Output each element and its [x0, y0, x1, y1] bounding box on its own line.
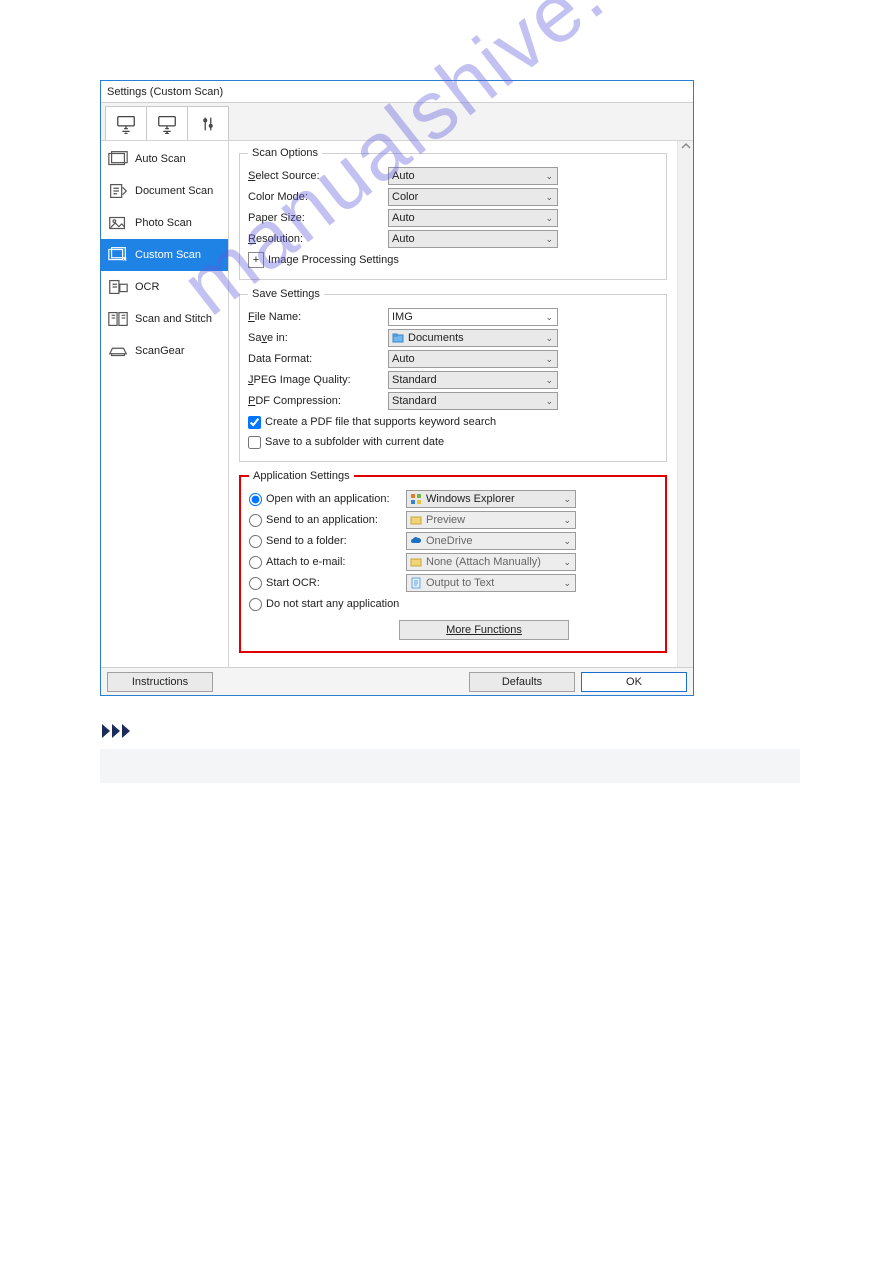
folder-icon [410, 556, 422, 568]
color-mode-dropdown[interactable]: Color⌄ [388, 188, 558, 206]
save-settings-group: Save Settings File Name: IMG⌄ Save in: D… [239, 288, 667, 462]
content-panel: Scan Options Select Source: Auto⌄ Color … [229, 141, 693, 667]
no-app-radio[interactable] [249, 598, 262, 611]
save-settings-legend: Save Settings [248, 288, 324, 300]
open-with-radio[interactable] [249, 493, 262, 506]
pdf-keyword-label: Create a PDF file that supports keyword … [265, 416, 496, 428]
more-functions-button[interactable]: More Functions [399, 620, 569, 640]
vertical-scrollbar[interactable] [677, 141, 693, 667]
windows-explorer-icon [410, 493, 422, 505]
onedrive-icon [410, 535, 422, 547]
pdf-compression-label: PDF Compression: [248, 395, 388, 407]
start-ocr-label: Start OCR: [266, 577, 402, 589]
send-folder-dropdown[interactable]: OneDrive⌄ [406, 532, 576, 550]
open-with-label: Open with an application: [266, 493, 402, 505]
application-settings-legend: Application Settings [249, 470, 354, 482]
sidebar-item-scangear[interactable]: ScanGear [101, 335, 228, 367]
dialog-body: Auto Scan Document Scan Photo Scan Custo… [101, 141, 693, 667]
resolution-label: Resolution: [248, 233, 388, 245]
sidebar-item-label: Scan and Stitch [135, 313, 212, 325]
color-mode-label: Color Mode: [248, 191, 388, 203]
top-tabs [101, 103, 693, 141]
settings-dialog: Settings (Custom Scan) Auto Scan [100, 80, 694, 696]
sidebar-item-auto-scan[interactable]: Auto Scan [101, 143, 228, 175]
save-in-dropdown[interactable]: Documents⌄ [388, 329, 558, 347]
send-app-dropdown[interactable]: Preview⌄ [406, 511, 576, 529]
sidebar-item-scan-and-stitch[interactable]: Scan and Stitch [101, 303, 228, 335]
scan-options-group: Scan Options Select Source: Auto⌄ Color … [239, 147, 667, 280]
sidebar-item-custom-scan[interactable]: Custom Scan [101, 239, 228, 271]
application-settings-group: Application Settings Open with an applic… [239, 470, 667, 653]
image-processing-expand-button[interactable]: + [248, 252, 264, 268]
sidebar-item-label: Document Scan [135, 185, 213, 197]
tab-scan-from-panel[interactable] [146, 106, 188, 140]
subfolder-date-label: Save to a subfolder with current date [265, 436, 444, 448]
note-bar [100, 749, 800, 783]
note-section [100, 722, 793, 783]
select-source-label: Select Source: [248, 170, 388, 182]
sidebar-item-label: OCR [135, 281, 159, 293]
file-name-label: File Name: [248, 311, 388, 323]
defaults-button[interactable]: Defaults [469, 672, 575, 692]
sidebar-item-label: Photo Scan [135, 217, 192, 229]
tab-general-settings[interactable] [187, 106, 229, 140]
attach-email-dropdown[interactable]: None (Attach Manually)⌄ [406, 553, 576, 571]
data-format-label: Data Format: [248, 353, 388, 365]
sidebar-item-label: Auto Scan [135, 153, 186, 165]
scroll-up-icon [680, 141, 692, 151]
sidebar: Auto Scan Document Scan Photo Scan Custo… [101, 141, 229, 667]
ok-button[interactable]: OK [581, 672, 687, 692]
data-format-dropdown[interactable]: Auto⌄ [388, 350, 558, 368]
pdf-keyword-checkbox[interactable] [248, 416, 261, 429]
folder-icon [392, 332, 404, 344]
tab-scan-from-computer[interactable] [105, 106, 147, 140]
open-with-dropdown[interactable]: Windows Explorer⌄ [406, 490, 576, 508]
instructions-button[interactable]: Instructions [107, 672, 213, 692]
image-processing-label: Image Processing Settings [268, 254, 399, 266]
attach-email-label: Attach to e-mail: [266, 556, 402, 568]
jpeg-quality-dropdown[interactable]: Standard⌄ [388, 371, 558, 389]
start-ocr-radio[interactable] [249, 577, 262, 590]
sidebar-item-photo-scan[interactable]: Photo Scan [101, 207, 228, 239]
folder-icon [410, 514, 422, 526]
resolution-dropdown[interactable]: Auto⌄ [388, 230, 558, 248]
note-chevrons-icon [100, 722, 793, 743]
sidebar-item-label: ScanGear [135, 345, 185, 357]
save-in-label: Save in: [248, 332, 388, 344]
subfolder-date-checkbox[interactable] [248, 436, 261, 449]
paper-size-dropdown[interactable]: Auto⌄ [388, 209, 558, 227]
start-ocr-dropdown[interactable]: Output to Text⌄ [406, 574, 576, 592]
sidebar-item-label: Custom Scan [135, 249, 201, 261]
send-app-label: Send to an application: [266, 514, 402, 526]
sidebar-item-ocr[interactable]: OCR [101, 271, 228, 303]
paper-size-label: Paper Size: [248, 212, 388, 224]
window-title: Settings (Custom Scan) [101, 81, 693, 103]
send-folder-label: Send to a folder: [266, 535, 402, 547]
text-file-icon [410, 577, 422, 589]
no-app-label: Do not start any application [266, 598, 399, 610]
scan-options-legend: Scan Options [248, 147, 322, 159]
attach-email-radio[interactable] [249, 556, 262, 569]
sidebar-item-document-scan[interactable]: Document Scan [101, 175, 228, 207]
send-app-radio[interactable] [249, 514, 262, 527]
select-source-dropdown[interactable]: Auto⌄ [388, 167, 558, 185]
dialog-footer: Instructions Defaults OK [101, 667, 693, 695]
jpeg-quality-label: JPEG Image Quality: [248, 374, 388, 386]
pdf-compression-dropdown[interactable]: Standard⌄ [388, 392, 558, 410]
send-folder-radio[interactable] [249, 535, 262, 548]
file-name-field[interactable]: IMG⌄ [388, 308, 558, 326]
